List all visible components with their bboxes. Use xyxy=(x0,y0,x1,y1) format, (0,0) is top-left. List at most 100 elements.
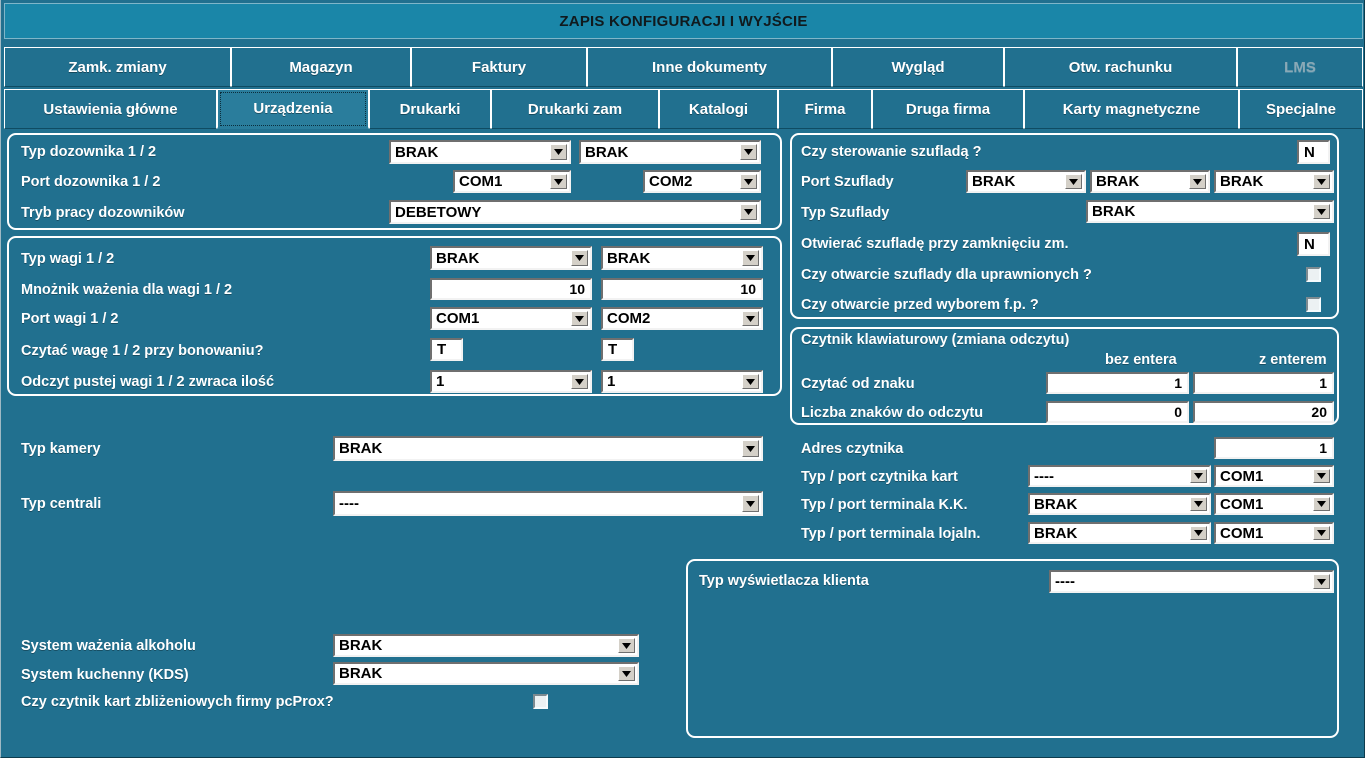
alcohol-system-value: BRAK xyxy=(339,637,383,654)
chevron-down-icon[interactable] xyxy=(1190,469,1207,483)
tab-label: Zamk. zmiany xyxy=(68,58,167,76)
read-char-count-1-input[interactable]: 0 xyxy=(1046,401,1189,423)
dispenser-type-label: Typ dozownika 1 / 2 xyxy=(21,144,157,160)
drawer-port-3-value: BRAK xyxy=(1220,173,1264,190)
tab-drukarki-zam[interactable]: Drukarki zam xyxy=(491,89,659,129)
loyalty-terminal-label: Typ / port terminala lojaln. xyxy=(801,526,981,542)
tab-faktury[interactable]: Faktury xyxy=(411,47,587,87)
chevron-down-icon[interactable] xyxy=(1065,174,1082,189)
kk-terminal-port-combo[interactable]: COM1 xyxy=(1214,493,1334,515)
alcohol-system-combo[interactable]: BRAK xyxy=(333,634,639,657)
chevron-down-icon[interactable] xyxy=(1190,526,1207,540)
chevron-down-icon[interactable] xyxy=(550,174,567,189)
loyalty-terminal-port-combo[interactable]: COM1 xyxy=(1214,522,1334,544)
chevron-down-icon[interactable] xyxy=(571,250,588,266)
kk-terminal-type-combo[interactable]: BRAK xyxy=(1028,493,1211,515)
scale-multiplier-2-input[interactable]: 10 xyxy=(601,278,763,300)
chevron-down-icon[interactable] xyxy=(742,495,759,512)
tab-firma[interactable]: Firma xyxy=(778,89,872,129)
tab-drukarki[interactable]: Drukarki xyxy=(369,89,491,129)
scale-read-label: Czytać wagę 1 / 2 przy bonowaniu? xyxy=(21,343,264,359)
tab-magazyn[interactable]: Magazyn xyxy=(231,47,411,87)
read-from-char-2-input[interactable]: 1 xyxy=(1193,372,1334,394)
drawer-control-value: N xyxy=(1304,143,1315,161)
tab-katalogi[interactable]: Katalogi xyxy=(659,89,778,129)
tab-zamk-zmiany[interactable]: Zamk. zmiany xyxy=(4,47,231,87)
save-and-exit-titlebar[interactable]: ZAPIS KONFIGURACJI I WYJŚCIE xyxy=(4,3,1363,39)
chevron-down-icon[interactable] xyxy=(1190,497,1207,511)
scale-empty-2-combo[interactable]: 1 xyxy=(601,370,763,393)
reader-address-value: 1 xyxy=(1319,440,1327,456)
tab-specjalne[interactable]: Specjalne xyxy=(1239,89,1363,129)
dispenser-port-1-combo[interactable]: COM1 xyxy=(453,170,571,193)
chevron-down-icon[interactable] xyxy=(742,250,759,266)
chevron-down-icon[interactable] xyxy=(740,144,757,160)
chevron-down-icon[interactable] xyxy=(1313,526,1330,540)
reader-address-input[interactable]: 1 xyxy=(1214,437,1334,459)
chevron-down-icon[interactable] xyxy=(742,374,759,389)
read-from-char-1-input[interactable]: 1 xyxy=(1046,372,1189,394)
tab-karty-magnetyczne[interactable]: Karty magnetyczne xyxy=(1024,89,1239,129)
chevron-down-icon[interactable] xyxy=(618,638,635,653)
chevron-down-icon[interactable] xyxy=(1313,469,1330,483)
loyalty-terminal-type-combo[interactable]: BRAK xyxy=(1028,522,1211,544)
chevron-down-icon[interactable] xyxy=(1313,497,1330,511)
chevron-down-icon[interactable] xyxy=(571,374,588,389)
scale-port-1-combo[interactable]: COM1 xyxy=(430,307,592,330)
tab-label: Karty magnetyczne xyxy=(1062,100,1201,118)
tab-inne-dokumenty[interactable]: Inne dokumenty xyxy=(587,47,832,87)
chevron-down-icon[interactable] xyxy=(550,144,567,160)
chevron-down-icon[interactable] xyxy=(1313,204,1330,219)
chevron-down-icon[interactable] xyxy=(742,440,759,457)
scale-read-1-input[interactable]: T xyxy=(430,338,463,361)
tab-lms: LMS xyxy=(1237,47,1363,87)
drawer-authorized-checkbox[interactable] xyxy=(1306,267,1321,282)
read-char-count-2-input[interactable]: 20 xyxy=(1193,401,1334,423)
scale-empty-label: Odczyt pustej wagi 1 / 2 zwraca ilość xyxy=(21,374,275,390)
drawer-port-2-combo[interactable]: BRAK xyxy=(1090,170,1210,193)
dispenser-port-2-value: COM2 xyxy=(649,173,693,190)
tab-ustawienia-glowne[interactable]: Ustawienia główne xyxy=(4,89,217,129)
customer-display-combo[interactable]: ---- xyxy=(1049,570,1334,593)
chevron-down-icon[interactable] xyxy=(1189,174,1206,189)
dispenser-type-1-combo[interactable]: BRAK xyxy=(389,140,571,164)
dispenser-port-1-value: COM1 xyxy=(459,173,503,190)
tab-druga-firma[interactable]: Druga firma xyxy=(872,89,1024,129)
drawer-open-on-close-input[interactable]: N xyxy=(1297,232,1330,256)
tab-otw-rachunku[interactable]: Otw. rachunku xyxy=(1004,47,1237,87)
tab-wyglad[interactable]: Wygląd xyxy=(832,47,1004,87)
camera-type-combo[interactable]: BRAK xyxy=(333,436,763,461)
pcprox-checkbox[interactable] xyxy=(533,694,548,709)
drawer-control-input[interactable]: N xyxy=(1297,140,1330,164)
scale-type-label: Typ wagi 1 / 2 xyxy=(21,251,115,267)
chevron-down-icon[interactable] xyxy=(1313,574,1330,589)
dispenser-type-2-combo[interactable]: BRAK xyxy=(579,140,761,164)
card-reader-type-combo[interactable]: ---- xyxy=(1028,465,1211,487)
drawer-port-1-combo[interactable]: BRAK xyxy=(966,170,1086,193)
scale-port-2-combo[interactable]: COM2 xyxy=(601,307,763,330)
chevron-down-icon[interactable] xyxy=(618,666,635,681)
card-reader-type-value: ---- xyxy=(1034,467,1054,485)
chevron-down-icon[interactable] xyxy=(740,204,757,220)
drawer-before-fp-checkbox[interactable] xyxy=(1306,297,1321,312)
central-type-value: ---- xyxy=(339,495,359,512)
card-reader-port-combo[interactable]: COM1 xyxy=(1214,465,1334,487)
kds-system-combo[interactable]: BRAK xyxy=(333,662,639,685)
chevron-down-icon[interactable] xyxy=(742,311,759,326)
chevron-down-icon[interactable] xyxy=(571,311,588,326)
dispenser-mode-combo[interactable]: DEBETOWY xyxy=(389,200,761,224)
tab-label: LMS xyxy=(1284,58,1316,76)
drawer-type-combo[interactable]: BRAK xyxy=(1086,200,1334,223)
scale-multiplier-1-input[interactable]: 10 xyxy=(430,278,592,300)
scale-empty-1-combo[interactable]: 1 xyxy=(430,370,592,393)
drawer-port-3-combo[interactable]: BRAK xyxy=(1214,170,1334,193)
scale-read-2-input[interactable]: T xyxy=(601,338,634,361)
drawer-control-label: Czy sterowanie szufladą ? xyxy=(801,144,982,160)
dispenser-port-2-combo[interactable]: COM2 xyxy=(643,170,761,193)
chevron-down-icon[interactable] xyxy=(740,174,757,189)
scale-type-2-combo[interactable]: BRAK xyxy=(601,246,763,270)
scale-type-1-combo[interactable]: BRAK xyxy=(430,246,592,270)
central-type-combo[interactable]: ---- xyxy=(333,491,763,516)
tab-urzadzenia[interactable]: Urządzenia xyxy=(217,89,369,129)
chevron-down-icon[interactable] xyxy=(1313,174,1330,189)
